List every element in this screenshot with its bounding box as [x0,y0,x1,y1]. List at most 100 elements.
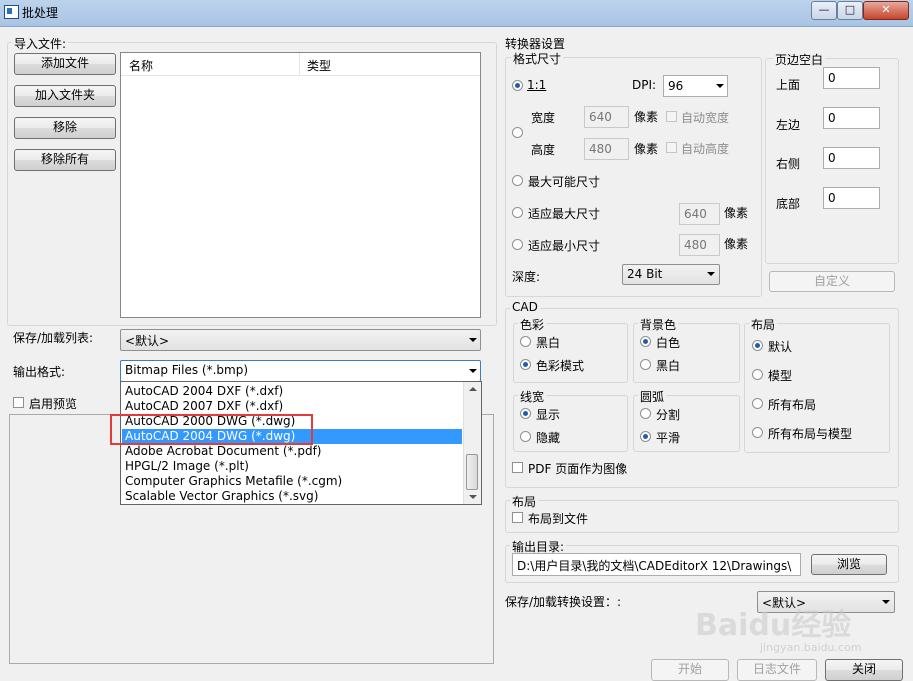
dpi-label: DPI: [632,78,657,92]
fit-max-unit: 像素 [724,206,749,220]
fit-min-radio[interactable] [512,239,523,250]
dropdown-option[interactable]: AutoCAD 2004 DXF (*.dxf) [122,384,462,399]
dropdown-option[interactable]: AutoCAD 2007 DXF (*.dxf) [122,399,462,414]
maximize-button[interactable]: □ [837,1,863,20]
color-bw-label: 黑白 [536,336,561,350]
close-window-button[interactable]: ✕ [863,1,909,20]
minimize-button[interactable]: — [811,1,837,20]
background-white-radio[interactable] [640,336,651,347]
remove-button[interactable]: 移除 [14,117,116,139]
dropdown-option[interactable]: Adobe Acrobat Document (*.pdf) [122,444,462,459]
lineweight-label: 线宽 [518,388,547,405]
browse-button[interactable]: 浏览 [811,554,887,575]
column-divider[interactable] [299,53,300,75]
save-list-label: 保存/加载列表: [13,331,94,345]
one-to-one-radio[interactable] [512,80,523,91]
output-format-select[interactable]: Bitmap Files (*.bmp) [120,360,481,382]
baidu-watermark-url: jingyan.baidu.com [760,641,862,654]
background-white-label: 白色 [656,336,681,350]
column-type[interactable]: 类型 [307,57,331,74]
margin-top-input[interactable]: 0 [823,67,880,89]
remove-all-button[interactable]: 移除所有 [14,149,116,171]
lineweight-show-label: 显示 [536,408,561,422]
close-button[interactable]: 关闭 [825,659,903,681]
width-input[interactable]: 640 [584,106,629,128]
layout-all-radio[interactable] [752,398,763,409]
cad-label: CAD [510,300,540,314]
file-list[interactable]: 名称 类型 [120,52,481,318]
auto-width-label: 自动宽度 [681,111,730,125]
lineweight-hide-radio[interactable] [520,431,531,442]
output-format-label: 输出格式: [13,365,66,379]
enable-preview-checkbox[interactable] [13,397,24,408]
dropdown-option[interactable]: HPGL/2 Image (*.plt) [122,459,462,474]
format-size-label: 格式尺寸 [511,50,564,67]
chevron-down-icon [469,338,477,342]
column-name[interactable]: 名称 [129,57,153,74]
arc-smooth-radio[interactable] [640,431,651,442]
add-file-button[interactable]: 添加文件 [14,53,116,75]
app-icon [4,5,19,19]
max-possible-radio[interactable] [512,175,523,186]
scroll-up-icon[interactable] [469,387,477,391]
color-mode-label: 色彩模式 [536,359,585,373]
background-black-label: 黑白 [656,359,681,373]
baidu-watermark: Baidu经验 [695,608,852,643]
fit-min-unit: 像素 [724,237,749,251]
chevron-down-icon [469,369,477,373]
depth-value: 24 Bit [627,267,663,281]
dpi-select[interactable]: 96 [663,75,728,97]
margin-bottom-input[interactable]: 0 [823,187,880,209]
layout-default-radio[interactable] [752,340,763,351]
color-bw-radio[interactable] [520,336,531,347]
dropdown-option[interactable]: Scalable Vector Graphics (*.svg) [122,489,462,504]
layout-model-radio[interactable] [752,369,763,380]
custom-button[interactable]: 自定义 [769,271,895,292]
height-label: 高度 [531,143,556,157]
margin-left-input[interactable]: 0 [823,107,880,129]
chevron-down-icon [882,600,890,604]
layout-to-file-label: 布局到文件 [528,512,589,526]
auto-width-checkbox[interactable] [666,111,677,122]
highlight-box [110,414,313,445]
log-file-button[interactable]: 日志文件 [737,659,817,681]
depth-select[interactable]: 24 Bit [622,264,720,285]
layout-all-model-radio[interactable] [752,427,763,438]
pdf-as-image-checkbox[interactable] [512,462,523,473]
chevron-down-icon [707,272,715,276]
lineweight-show-radio[interactable] [520,408,531,419]
output-format-value: Bitmap Files (*.bmp) [125,363,248,377]
dropdown-option[interactable]: Computer Graphics Metafile (*.cgm) [122,474,462,489]
scroll-down-icon[interactable] [469,495,477,499]
chevron-down-icon [716,84,724,88]
margin-top-label: 上面 [776,78,801,92]
start-button[interactable]: 开始 [651,659,729,681]
auto-height-checkbox[interactable] [666,142,677,153]
save-list-select[interactable]: <默认> [120,329,481,351]
output-dir-input[interactable]: D:\用户目录\我的文档\CADEditorX 12\Drawings\ [512,553,801,576]
pdf-as-image-label: PDF 页面作为图像 [528,462,628,476]
fit-max-input[interactable]: 640 [679,203,720,225]
background-black-radio[interactable] [640,359,651,370]
color-label: 色彩 [518,316,547,333]
layout-to-file-checkbox[interactable] [512,512,523,523]
height-input[interactable]: 480 [584,138,629,160]
fit-min-label: 适应最小尺寸 [528,239,601,253]
save-list-value: <默认> [125,334,170,348]
dropdown-scrollbar[interactable] [463,382,481,504]
fit-max-label: 适应最大尺寸 [528,207,601,221]
add-folder-button[interactable]: 加入文件夹 [14,85,116,107]
custom-size-radio[interactable] [512,127,523,138]
arc-split-radio[interactable] [640,408,651,419]
layout-all-label: 所有布局 [768,398,817,412]
layout-cad-label: 布局 [749,316,778,333]
fit-min-input[interactable]: 480 [679,234,720,256]
height-unit: 像素 [634,142,659,156]
scroll-thumb[interactable] [466,454,478,490]
fit-max-radio[interactable] [512,207,523,218]
max-possible-label: 最大可能尺寸 [528,175,601,189]
margin-right-input[interactable]: 0 [823,147,880,169]
auto-height-label: 自动高度 [681,142,730,156]
one-to-one-label: 1:1 [527,78,547,92]
color-mode-radio[interactable] [520,359,531,370]
